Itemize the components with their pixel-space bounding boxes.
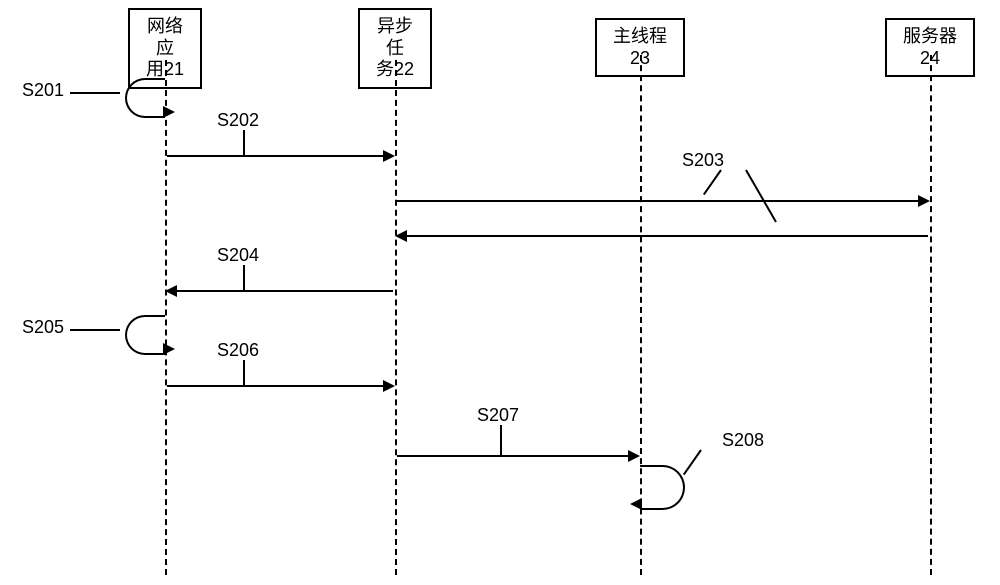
lifeline-p1 xyxy=(165,60,167,575)
arrow-s202 xyxy=(167,155,393,157)
step-label-s206: S206 xyxy=(215,340,261,361)
self-message-s201 xyxy=(125,78,165,118)
leader-s202 xyxy=(243,130,245,155)
arrow-s206 xyxy=(167,385,393,387)
leader-s206 xyxy=(243,360,245,385)
step-label-s202: S202 xyxy=(215,110,261,131)
arrow-s203-req xyxy=(397,200,928,202)
leader-s207 xyxy=(500,425,502,455)
lifeline-p4 xyxy=(930,55,932,575)
step-label-s204: S204 xyxy=(215,245,261,266)
step-label-s201: S201 xyxy=(20,80,66,101)
self-message-s208 xyxy=(640,465,685,510)
leader-s208 xyxy=(683,449,702,475)
step-label-s208: S208 xyxy=(720,430,766,451)
leader-s203a xyxy=(703,169,722,195)
leader-s201 xyxy=(70,92,120,94)
step-label-s207: S207 xyxy=(475,405,521,426)
arrow-s204 xyxy=(167,290,393,292)
leader-s204 xyxy=(243,265,245,290)
arrow-s207 xyxy=(397,455,638,457)
step-label-s205: S205 xyxy=(20,317,66,338)
step-label-s203: S203 xyxy=(680,150,726,171)
leader-s203b xyxy=(745,170,777,223)
arrow-s203-res xyxy=(397,235,928,237)
leader-s205 xyxy=(70,329,120,331)
lifeline-p2 xyxy=(395,60,397,575)
self-message-s205 xyxy=(125,315,165,355)
